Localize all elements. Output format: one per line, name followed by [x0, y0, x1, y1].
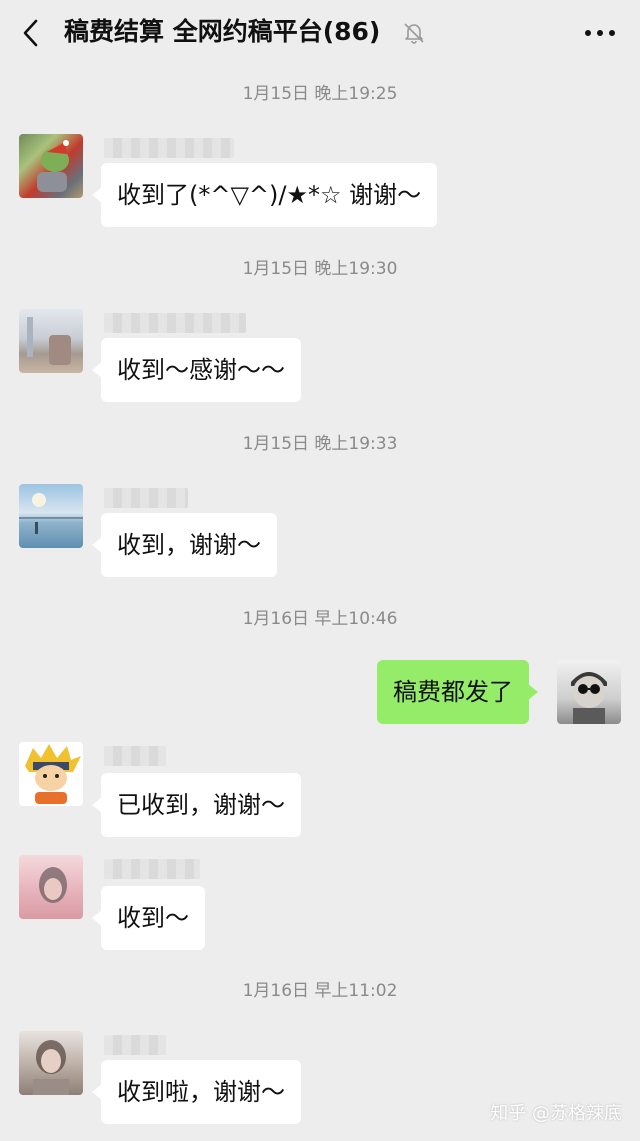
self-avatar[interactable] — [557, 660, 621, 724]
blurred-nickname — [104, 138, 234, 158]
message-bubble[interactable]: 收到，谢谢～ — [92, 513, 277, 577]
message-bubble[interactable]: 已收到，谢谢～ — [92, 773, 301, 837]
timestamp: 1月15日 晚上19:25 — [242, 84, 398, 104]
blurred-nickname — [104, 859, 200, 879]
message-bubble[interactable]: 收到了(*^▽^)/★*☆ 谢谢～ — [91, 163, 438, 227]
bell-off-icon — [401, 20, 427, 46]
blurred-nickname — [104, 1035, 166, 1055]
more-dots-icon — [585, 30, 615, 36]
chat-header: 稿费结算 全网约稿平台(86) — [0, 0, 640, 64]
message-bubble[interactable]: 收到～ — [92, 886, 205, 950]
blurred-nickname — [104, 746, 166, 766]
more-button[interactable] — [580, 16, 620, 50]
back-button[interactable] — [14, 16, 48, 50]
timestamp: 1月16日 早上10:46 — [242, 609, 398, 629]
avatar[interactable] — [19, 855, 83, 919]
watermark: 知乎 @苏格辣底 — [490, 1103, 622, 1124]
avatar[interactable] — [19, 309, 83, 373]
message-bubble[interactable]: 收到啦，谢谢～ — [92, 1060, 301, 1124]
message-bubble-self[interactable]: 稿费都发了 — [377, 660, 538, 724]
timestamp: 1月15日 晚上19:33 — [242, 434, 398, 454]
chat-title: 稿费结算 全网约稿平台(86) — [64, 17, 381, 46]
blurred-nickname — [104, 313, 246, 333]
avatar[interactable] — [19, 1031, 83, 1095]
avatar[interactable] — [19, 742, 83, 806]
message-bubble[interactable]: 收到～感谢～～ — [92, 338, 301, 402]
timestamp: 1月15日 晚上19:30 — [242, 259, 398, 279]
blurred-nickname — [104, 488, 188, 508]
avatar[interactable] — [19, 484, 83, 548]
timestamp: 1月16日 早上11:02 — [242, 981, 398, 1001]
chevron-left-icon — [23, 19, 38, 47]
avatar[interactable] — [19, 134, 83, 198]
